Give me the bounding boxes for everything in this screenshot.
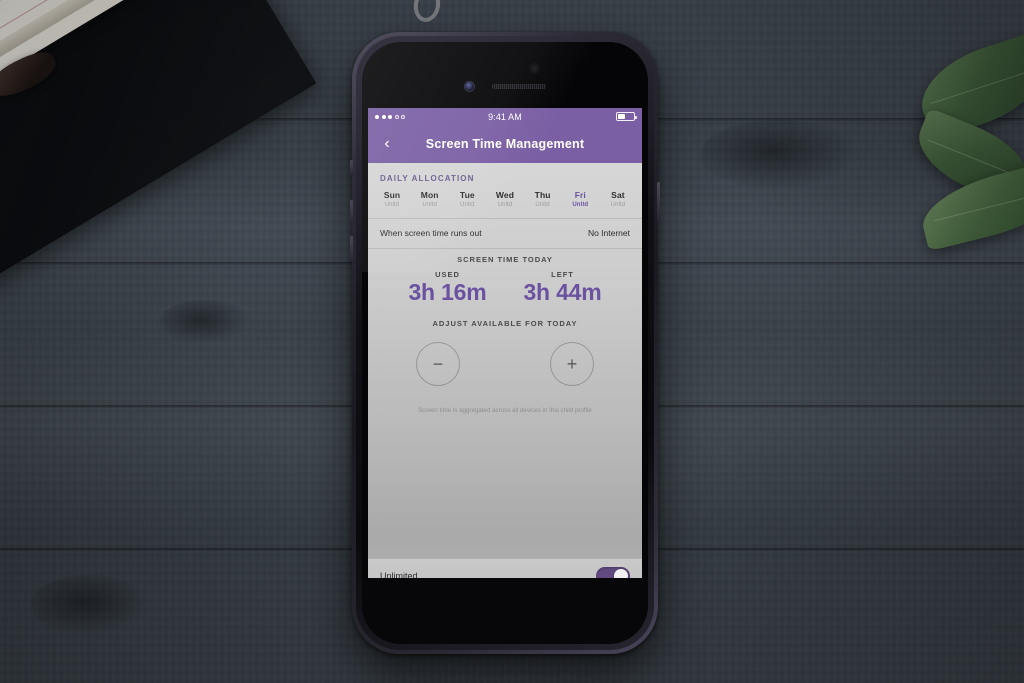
day-item-mon[interactable]: Mon Unltd <box>418 190 442 208</box>
left-stat: LEFT 3h 44m <box>505 270 620 305</box>
page-title: Screen Time Management <box>425 137 585 151</box>
day-value: Unltd <box>497 202 513 208</box>
sensor-row <box>362 80 648 92</box>
screen-time-stats: USED 3h 16m LEFT 3h 44m <box>368 268 642 305</box>
day-value: Unltd <box>610 202 626 208</box>
runs-out-value: No Internet <box>587 228 630 238</box>
used-value: 3h 16m <box>408 279 487 305</box>
mute-switch[interactable] <box>350 160 353 176</box>
left-value: 3h 44m <box>523 279 602 305</box>
ambient-light-sensor-icon <box>528 62 541 75</box>
day-item-sun[interactable]: Sun Unltd <box>380 190 404 208</box>
navigation-bar: ‹ Screen Time Management <box>368 125 642 163</box>
phone-bottom-bezel <box>362 578 648 644</box>
day-value: Unltd <box>460 202 475 208</box>
day-name: Mon <box>420 190 439 200</box>
footnote-text: Screen time is aggregated across all dev… <box>418 407 592 415</box>
used-stat: USED 3h 16m <box>390 270 505 305</box>
day-item-tue[interactable]: Tue Unltd <box>455 190 479 208</box>
used-caption: USED <box>435 270 460 279</box>
back-chevron-icon[interactable]: ‹ <box>378 135 396 153</box>
daily-allocation-label: DAILY ALLOCATION <box>380 174 475 183</box>
phone-bezel: 9:41 AM ‹ Screen Time Management DAILY A… <box>356 36 654 650</box>
day-value: Unltd <box>422 202 437 208</box>
runs-out-label: When screen time runs out <box>380 228 482 238</box>
screen-time-today-heading: SCREEN TIME TODAY <box>457 255 553 264</box>
screen-content: DAILY ALLOCATION Sun Unltd Mon Unltd Tue… <box>368 163 642 592</box>
front-camera-icon <box>464 81 474 91</box>
volume-down-button[interactable] <box>350 236 353 262</box>
leaf-vein <box>933 189 1024 222</box>
minus-icon[interactable]: − <box>416 342 460 387</box>
day-item-sat[interactable]: Sat Unltd <box>606 190 630 208</box>
battery-icon <box>616 112 637 121</box>
leaf-vein <box>931 69 1024 104</box>
day-item-thu[interactable]: Thu Unltd <box>531 190 555 208</box>
phone-front: 9:41 AM ‹ Screen Time Management DAILY A… <box>362 42 648 644</box>
scene-photo: 9:41 AM ‹ Screen Time Management DAILY A… <box>0 0 1024 683</box>
status-bar-time: 9:41 AM <box>488 111 522 122</box>
day-name: Sun <box>383 190 401 200</box>
smartphone: 9:41 AM ‹ Screen Time Management DAILY A… <box>350 32 660 654</box>
day-selector: Sun Unltd Mon Unltd Tue Unltd Wed Unltd … <box>368 190 642 218</box>
day-name: Fri <box>574 190 586 200</box>
day-item-wed[interactable]: Wed Unltd <box>493 190 517 208</box>
power-button[interactable] <box>657 182 660 222</box>
earpiece-speaker-icon <box>491 83 546 89</box>
adjust-steppers: − + <box>368 328 642 387</box>
adjust-heading: ADJUST AVAILABLE FOR TODAY <box>432 319 578 329</box>
when-screen-time-runs-out-row[interactable]: When screen time runs out No Internet <box>368 219 642 248</box>
day-item-fri[interactable]: Fri Unltd <box>568 190 592 208</box>
day-value: Unltd <box>572 202 589 208</box>
wood-knot <box>160 300 250 344</box>
phone-screen: 9:41 AM ‹ Screen Time Management DAILY A… <box>368 108 642 592</box>
day-name: Thu <box>534 190 551 200</box>
status-bar: 9:41 AM <box>368 108 642 125</box>
left-caption: LEFT <box>551 270 574 279</box>
wood-knot <box>700 120 860 190</box>
day-name: Tue <box>459 190 475 200</box>
battery-fill <box>618 114 625 119</box>
day-name: Wed <box>495 190 515 200</box>
day-value: Unltd <box>384 202 400 208</box>
day-value: Unltd <box>535 202 550 208</box>
plus-icon[interactable]: + <box>550 342 594 387</box>
day-name: Sat <box>611 190 625 200</box>
wood-knot <box>30 575 150 635</box>
volume-up-button[interactable] <box>350 200 353 226</box>
